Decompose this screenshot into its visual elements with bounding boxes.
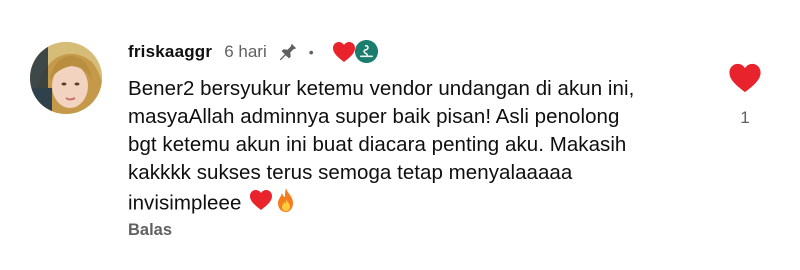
- red-heart-emoji: [249, 189, 273, 219]
- comment-line: Bener2 bersyukur ketemu vendor undangan …: [128, 77, 635, 100]
- creator-heart-badge: [332, 39, 378, 65]
- comment-line: kakkkk sukses terus semoga tetap menyala…: [128, 161, 573, 184]
- username[interactable]: friskaaggr: [128, 42, 212, 62]
- channel-avatar: [354, 40, 378, 63]
- comment-text: Bener2 bersyukur ketemu vendor undangan …: [128, 75, 688, 221]
- comment-item: friskaaggr 6 hari • Bener2 bersyukur ket…: [0, 0, 800, 270]
- avatar[interactable]: [30, 42, 102, 114]
- comment-line-last: invisimpleee: [128, 187, 688, 221]
- comment-header: friskaaggr 6 hari •: [128, 37, 378, 67]
- comment-line: masyaAllah adminnya super baik pisan! As…: [128, 105, 620, 128]
- reply-button[interactable]: Balas: [128, 221, 172, 240]
- separator-dot: •: [308, 44, 314, 60]
- heart-icon[interactable]: [728, 62, 762, 94]
- pin-icon: [277, 41, 299, 63]
- like-count: 1: [740, 108, 750, 127]
- fire-emoji: [275, 187, 297, 221]
- timestamp[interactable]: 6 hari: [224, 42, 267, 62]
- like-section: 1: [722, 62, 768, 128]
- comment-line-text: invisimpleee: [128, 191, 242, 215]
- comment-line: bgt ketemu akun ini buat diacara penting…: [128, 133, 627, 156]
- heart-icon: [332, 42, 355, 62]
